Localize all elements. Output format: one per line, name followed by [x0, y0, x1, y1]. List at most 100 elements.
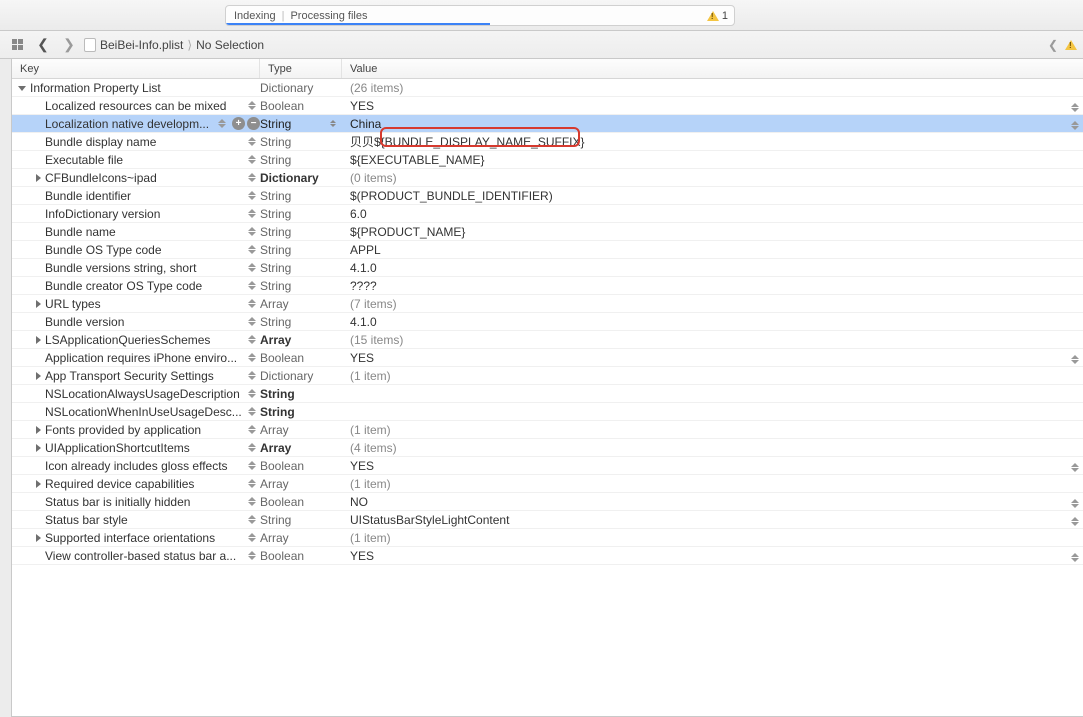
plist-row[interactable]: InfoDictionary versionString6.0: [12, 205, 1083, 223]
plist-type-cell[interactable]: String: [260, 207, 342, 221]
plist-value-cell[interactable]: China: [342, 117, 1083, 131]
plist-key-cell[interactable]: Required device capabilities: [12, 477, 260, 491]
key-stepper[interactable]: [248, 405, 256, 419]
disclosure-triangle-icon[interactable]: [36, 426, 41, 434]
plist-key-cell[interactable]: Status bar style: [12, 513, 260, 527]
nav-prev-issue[interactable]: ❮: [1045, 35, 1061, 55]
plist-row[interactable]: URL typesArray(7 items): [12, 295, 1083, 313]
plist-key-cell[interactable]: App Transport Security Settings: [12, 369, 260, 383]
plist-value-cell[interactable]: 4.1.0: [342, 261, 1083, 275]
plist-value-cell[interactable]: YES: [342, 459, 1083, 473]
key-stepper[interactable]: [248, 207, 256, 221]
plist-key-cell[interactable]: Bundle display name: [12, 135, 260, 149]
plist-row[interactable]: Icon already includes gloss effectsBoole…: [12, 457, 1083, 475]
plist-type-cell[interactable]: Array: [260, 477, 342, 491]
plist-value-cell[interactable]: 4.1.0: [342, 315, 1083, 329]
plist-type-cell[interactable]: Array: [260, 441, 342, 455]
plist-row[interactable]: Application requires iPhone enviro...Boo…: [12, 349, 1083, 367]
key-stepper[interactable]: [248, 423, 256, 437]
plist-type-cell[interactable]: String: [260, 189, 342, 203]
key-stepper[interactable]: [248, 315, 256, 329]
disclosure-triangle-icon[interactable]: [36, 372, 41, 380]
plist-value-cell[interactable]: ${PRODUCT_NAME}: [342, 225, 1083, 239]
nav-back-button[interactable]: ❮: [32, 35, 54, 55]
key-stepper[interactable]: [248, 189, 256, 203]
plist-value-cell[interactable]: 6.0: [342, 207, 1083, 221]
plist-key-cell[interactable]: Supported interface orientations: [12, 531, 260, 545]
plist-type-cell[interactable]: String: [260, 315, 342, 329]
plist-type-cell[interactable]: String: [260, 279, 342, 293]
plist-type-cell[interactable]: Boolean: [260, 549, 342, 563]
plist-row[interactable]: Bundle nameString${PRODUCT_NAME}: [12, 223, 1083, 241]
plist-key-cell[interactable]: Bundle identifier: [12, 189, 260, 203]
plist-value-cell[interactable]: (1 item): [342, 423, 1083, 437]
key-stepper[interactable]: [218, 117, 226, 131]
plist-value-cell[interactable]: (1 item): [342, 477, 1083, 491]
plist-type-cell[interactable]: String: [260, 261, 342, 275]
key-stepper[interactable]: [248, 513, 256, 527]
plist-value-cell[interactable]: 贝贝${BUNDLE_DISPLAY_NAME_SUFFIX}: [342, 133, 1083, 150]
key-stepper[interactable]: [248, 297, 256, 311]
plist-key-cell[interactable]: Localization native developm...+−: [12, 117, 260, 131]
plist-type-cell[interactable]: String: [260, 243, 342, 257]
key-stepper[interactable]: [248, 99, 256, 113]
plist-row[interactable]: View controller-based status bar a...Boo…: [12, 547, 1083, 565]
add-row-button[interactable]: +: [232, 117, 245, 130]
plist-row[interactable]: NSLocationAlwaysUsageDescriptionString: [12, 385, 1083, 403]
disclosure-triangle-icon[interactable]: [36, 174, 41, 182]
breadcrumb[interactable]: BeiBei-Info.plist ⟩ No Selection: [84, 38, 264, 52]
warning-icon[interactable]: [1065, 40, 1077, 50]
key-stepper[interactable]: [248, 153, 256, 167]
key-stepper[interactable]: [248, 171, 256, 185]
value-stepper[interactable]: [1071, 551, 1079, 565]
plist-key-cell[interactable]: LSApplicationQueriesSchemes: [12, 333, 260, 347]
disclosure-triangle-icon[interactable]: [36, 480, 41, 488]
plist-value-cell[interactable]: (0 items): [342, 171, 1083, 185]
nav-forward-button[interactable]: ❯: [58, 35, 80, 55]
plist-type-cell[interactable]: String: [260, 135, 342, 149]
plist-row[interactable]: Executable fileString${EXECUTABLE_NAME}: [12, 151, 1083, 169]
plist-row[interactable]: Bundle identifierString$(PRODUCT_BUNDLE_…: [12, 187, 1083, 205]
value-stepper[interactable]: [1071, 461, 1079, 475]
column-header-value[interactable]: Value: [342, 59, 1083, 78]
plist-type-cell[interactable]: String: [260, 513, 342, 527]
key-stepper[interactable]: [248, 459, 256, 473]
key-stepper[interactable]: [248, 243, 256, 257]
plist-row[interactable]: App Transport Security SettingsDictionar…: [12, 367, 1083, 385]
plist-type-cell[interactable]: Array: [260, 531, 342, 545]
plist-key-cell[interactable]: InfoDictionary version: [12, 207, 260, 221]
plist-value-cell[interactable]: (15 items): [342, 333, 1083, 347]
key-stepper[interactable]: [248, 225, 256, 239]
plist-type-cell[interactable]: Boolean: [260, 99, 342, 113]
plist-value-cell[interactable]: YES: [342, 99, 1083, 113]
plist-type-cell[interactable]: Array: [260, 333, 342, 347]
plist-row[interactable]: LSApplicationQueriesSchemesArray(15 item…: [12, 331, 1083, 349]
plist-type-cell[interactable]: Dictionary: [260, 171, 342, 185]
key-stepper[interactable]: [248, 477, 256, 491]
plist-row[interactable]: Status bar styleStringUIStatusBarStyleLi…: [12, 511, 1083, 529]
plist-row[interactable]: Fonts provided by applicationArray(1 ite…: [12, 421, 1083, 439]
plist-type-cell[interactable]: String: [260, 117, 342, 131]
plist-key-cell[interactable]: Icon already includes gloss effects: [12, 459, 260, 473]
key-stepper[interactable]: [248, 333, 256, 347]
plist-type-cell[interactable]: String: [260, 225, 342, 239]
plist-value-cell[interactable]: NO: [342, 495, 1083, 509]
plist-value-cell[interactable]: (7 items): [342, 297, 1083, 311]
plist-type-cell[interactable]: Boolean: [260, 495, 342, 509]
plist-type-cell[interactable]: Dictionary: [260, 81, 342, 95]
plist-value-cell[interactable]: (26 items): [342, 81, 1083, 95]
plist-value-cell[interactable]: (1 item): [342, 531, 1083, 545]
plist-key-cell[interactable]: UIApplicationShortcutItems: [12, 441, 260, 455]
key-stepper[interactable]: [248, 279, 256, 293]
plist-key-cell[interactable]: URL types: [12, 297, 260, 311]
plist-row[interactable]: Bundle creator OS Type codeString????: [12, 277, 1083, 295]
disclosure-triangle-icon[interactable]: [36, 336, 41, 344]
key-stepper[interactable]: [248, 135, 256, 149]
plist-key-cell[interactable]: Status bar is initially hidden: [12, 495, 260, 509]
key-stepper[interactable]: [248, 549, 256, 563]
plist-value-cell[interactable]: YES: [342, 351, 1083, 365]
key-stepper[interactable]: [248, 261, 256, 275]
plist-row[interactable]: Localization native developm...+−StringC…: [12, 115, 1083, 133]
plist-row[interactable]: Required device capabilitiesArray(1 item…: [12, 475, 1083, 493]
plist-type-cell[interactable]: Dictionary: [260, 369, 342, 383]
